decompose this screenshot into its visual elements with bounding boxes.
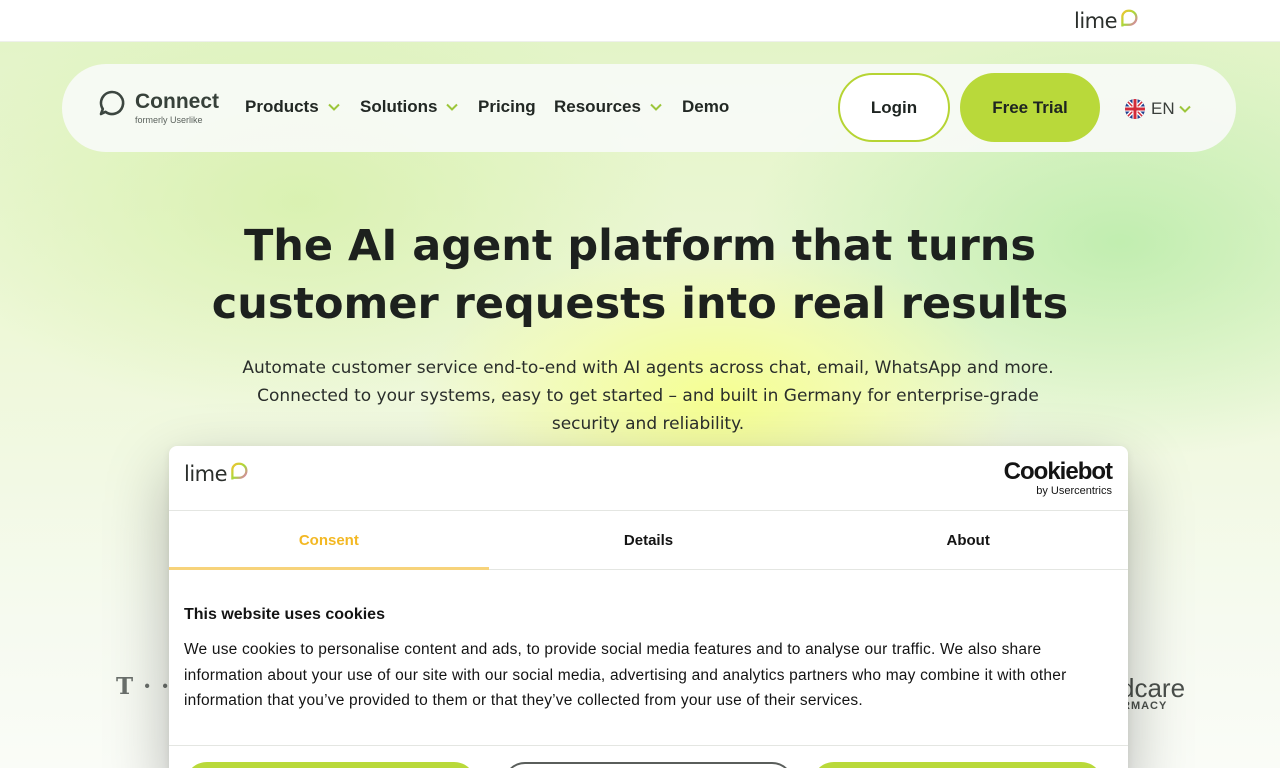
- nav-item-demo[interactable]: Demo: [682, 96, 729, 118]
- dialog-body: We use cookies to personalise content an…: [184, 641, 1067, 709]
- top-bar: lime: [0, 0, 1280, 42]
- allow-selection-button[interactable]: [503, 762, 794, 768]
- uk-flag-icon: [1125, 99, 1145, 119]
- free-trial-button[interactable]: Free Trial: [960, 73, 1100, 142]
- subheadline-line: Connected to your systems, easy to get s…: [257, 386, 1039, 406]
- hero-headline: The AI agent platform that turns custome…: [140, 217, 1140, 333]
- login-button[interactable]: Login: [838, 73, 950, 142]
- dialog-divider: [169, 745, 1128, 746]
- main-nav: Connect formerly Userlike Products Solut…: [62, 64, 1236, 152]
- tab-details[interactable]: Details: [489, 511, 809, 569]
- nav-item-pricing[interactable]: Pricing: [478, 96, 536, 118]
- customer-logo-pharmacy-sub: RMACY: [1122, 700, 1168, 712]
- language-code: EN: [1151, 99, 1175, 118]
- deny-button[interactable]: [185, 762, 476, 768]
- nav-item-label: Pricing: [478, 97, 536, 116]
- chevron-down-icon: [1178, 105, 1191, 113]
- nav-item-resources[interactable]: Resources: [554, 96, 662, 118]
- allow-all-button[interactable]: [812, 762, 1103, 768]
- chevron-down-icon: [327, 103, 340, 111]
- nav-item-label: Solutions: [360, 97, 438, 116]
- lime-ring-icon: [231, 462, 248, 479]
- dialog-lime-logo: lime: [184, 462, 249, 486]
- tab-consent[interactable]: Consent: [169, 511, 489, 570]
- chevron-down-icon: [446, 103, 459, 111]
- dialog-title: This website uses cookies: [184, 606, 385, 623]
- headline-line: customer requests into real results: [211, 279, 1069, 329]
- cookie-consent-dialog: lime Cookiebot by Usercentrics Consent D…: [169, 446, 1128, 768]
- hero-subheadline: Automate customer service end-to-end wit…: [200, 354, 1096, 438]
- lime-wordmark: lime: [184, 462, 228, 486]
- subheadline-line: Automate customer service end-to-end wit…: [242, 358, 1054, 378]
- brand-tagline: formerly Userlike: [135, 115, 203, 125]
- cookiebot-byline: by Usercentrics: [1036, 485, 1112, 497]
- nav-item-products[interactable]: Products: [245, 96, 340, 118]
- lime-logo[interactable]: lime: [1074, 6, 1139, 36]
- nav-item-label: Demo: [682, 97, 730, 116]
- chevron-down-icon: [650, 103, 662, 111]
- nav-item-label: Products: [245, 97, 319, 116]
- speech-bubble-icon: [99, 90, 125, 116]
- language-selector[interactable]: EN: [1125, 98, 1191, 120]
- nav-item-solutions[interactable]: Solutions: [360, 96, 459, 118]
- lime-ring-icon: [1121, 9, 1138, 26]
- cookiebot-logo[interactable]: Cookiebot by Usercentrics: [1003, 458, 1113, 498]
- headline-line: The AI agent platform that turns: [243, 221, 1037, 271]
- tab-about[interactable]: About: [808, 511, 1128, 569]
- lime-wordmark: lime: [1074, 9, 1118, 33]
- dialog-tabs: Consent Details About: [169, 511, 1128, 570]
- cookiebot-wordmark: Cookiebot: [1003, 458, 1113, 485]
- subheadline-line: security and reliability.: [551, 414, 745, 434]
- brand-name: Connect: [135, 90, 219, 113]
- connect-logo[interactable]: Connect formerly Userlike: [98, 88, 228, 128]
- dialog-header: lime Cookiebot by Usercentrics: [169, 446, 1128, 511]
- nav-item-label: Resources: [554, 97, 641, 116]
